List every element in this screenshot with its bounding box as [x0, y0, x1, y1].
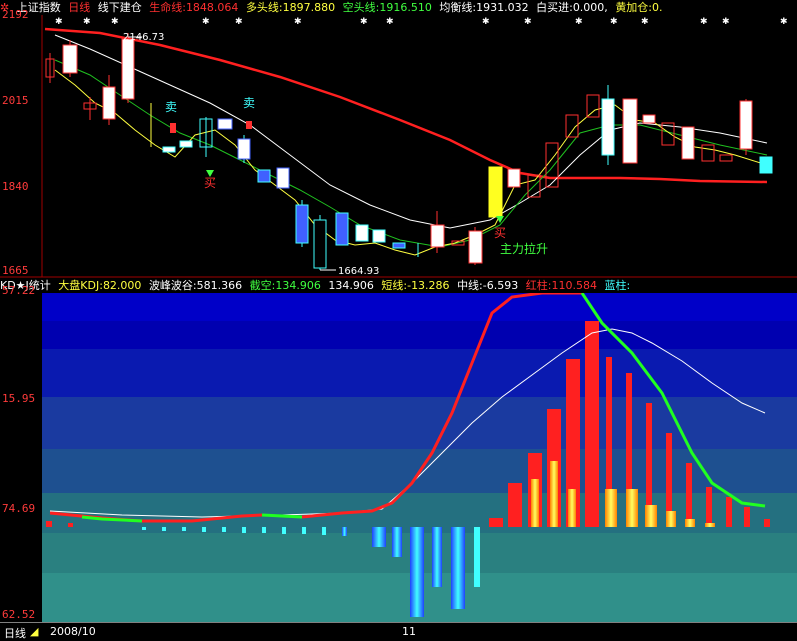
kdj-panel-header: KD★J统计 大盘KDJ:82.000 波峰波谷:581.366 截空:134.…	[0, 278, 797, 293]
price-tick-1840: 1840	[2, 180, 29, 193]
svg-text:✱: ✱	[294, 17, 302, 27]
band	[42, 321, 797, 349]
short-cut-value-2: 134.906	[328, 279, 374, 292]
svg-text:✱: ✱	[111, 17, 119, 27]
life-line-label: 生命线:	[149, 1, 186, 14]
short-term-value: -13.286	[407, 279, 450, 292]
period-tab[interactable]: 日线	[4, 625, 26, 641]
balance-line-value: 1931.032	[476, 1, 529, 14]
balance-line-label: 均衡线:	[439, 1, 477, 14]
blue-bar-label: 蓝柱:	[604, 279, 631, 292]
bull-line-value: 1897.880	[282, 1, 336, 14]
price-tick-2192: 2192	[2, 8, 29, 21]
band	[42, 349, 797, 397]
svg-text:✱: ✱	[83, 17, 91, 27]
kdj-tick-15-95: 15.95	[2, 392, 36, 405]
kdj-tick-62-52: 62.52	[2, 608, 36, 621]
peak-valley-label: 波峰波谷:	[148, 279, 197, 292]
svg-text:✱: ✱	[386, 17, 394, 27]
kdj-tick-74-69: 74.69	[2, 502, 36, 515]
bear-line	[54, 59, 768, 248]
yellow-add-value: 0.	[652, 1, 663, 14]
date-mid: 11	[402, 625, 416, 638]
candles	[45, 33, 773, 270]
band	[42, 397, 797, 449]
svg-text:✱: ✱	[235, 17, 243, 27]
price-tick-2015: 2015	[2, 94, 29, 107]
bull-line-label: 多头线:	[245, 1, 283, 14]
price-panel-header: ✲ 上证指数 日线 线下建仓 生命线:1848.064 多头线:1897.880…	[0, 0, 797, 15]
red-bar-label: 红柱:	[525, 279, 552, 292]
svg-text:✱: ✱	[575, 17, 583, 27]
short-cut-label: 截空:	[249, 279, 276, 292]
market-kdj-label: 大盘KDJ:	[58, 279, 103, 292]
indicator-name[interactable]: 线下建仓	[98, 1, 142, 14]
mid-term-value: -6.593	[482, 279, 519, 292]
sell-signal-2: 卖	[243, 96, 255, 110]
tab-corner-icon: ◢	[30, 625, 39, 638]
life-line-value: 1848.064	[185, 1, 239, 14]
bull-line	[54, 69, 768, 256]
period-label: 日线	[68, 1, 91, 14]
buy-signal-2: 买	[494, 226, 506, 240]
svg-text:✱: ✱	[700, 17, 708, 27]
svg-text:✱: ✱	[202, 17, 210, 27]
star-markers: ✱ ✱ ✱ ✱ ✱ ✱ ✱ ✱ ✱ ✱ ✱ ✱ ✱ ✱ ✱ ✱	[55, 17, 788, 27]
footer-bar: 日线 ◢ 2008/10 11	[0, 622, 797, 641]
svg-text:✱: ✱	[641, 17, 649, 27]
svg-text:✱: ✱	[524, 17, 532, 27]
band	[42, 293, 797, 321]
yellow-add-label: 黄加仓:	[615, 1, 653, 14]
short-term-label: 短线:	[381, 279, 408, 292]
white-buy-label: 白买进:	[536, 1, 573, 14]
sell-signal-1: 卖	[165, 100, 177, 114]
balance-line	[54, 34, 768, 229]
market-kdj-value: 82.000	[102, 279, 142, 292]
peak-valley-value: 581.366	[196, 279, 243, 292]
svg-text:✱: ✱	[780, 17, 788, 27]
main-force-label: 主力拉升	[500, 241, 548, 256]
price-tick-1665: 1665	[2, 264, 29, 277]
kdj-green-line-2	[261, 513, 303, 519]
date-start: 2008/10	[50, 625, 96, 638]
kdj-tick-57-22: 57.22	[2, 284, 36, 297]
bear-line-value: 1916.510	[379, 1, 432, 14]
svg-text:✱: ✱	[722, 17, 730, 27]
red-bar-value: 110.584	[551, 279, 597, 292]
short-cut-value: 134.906	[275, 279, 321, 292]
svg-text:✱: ✱	[55, 17, 63, 27]
svg-text:✱: ✱	[360, 17, 368, 27]
low-price-label: 1664.93	[338, 266, 379, 277]
buy-signal-1: 买	[204, 176, 216, 190]
svg-text:✱: ✱	[610, 17, 618, 27]
svg-text:✱: ✱	[482, 17, 490, 27]
kdj-chart[interactable]	[42, 293, 797, 622]
life-line	[44, 27, 768, 184]
price-chart[interactable]: ✱ ✱ ✱ ✱ ✱ ✱ ✱ ✱ ✱ ✱ ✱ ✱ ✱ ✱ ✱ ✱ 2146.73 …	[0, 15, 797, 278]
mid-term-label: 中线:	[457, 279, 483, 292]
bear-line-label: 空头线:	[342, 1, 380, 14]
white-buy-value: 0.000,	[572, 1, 608, 14]
